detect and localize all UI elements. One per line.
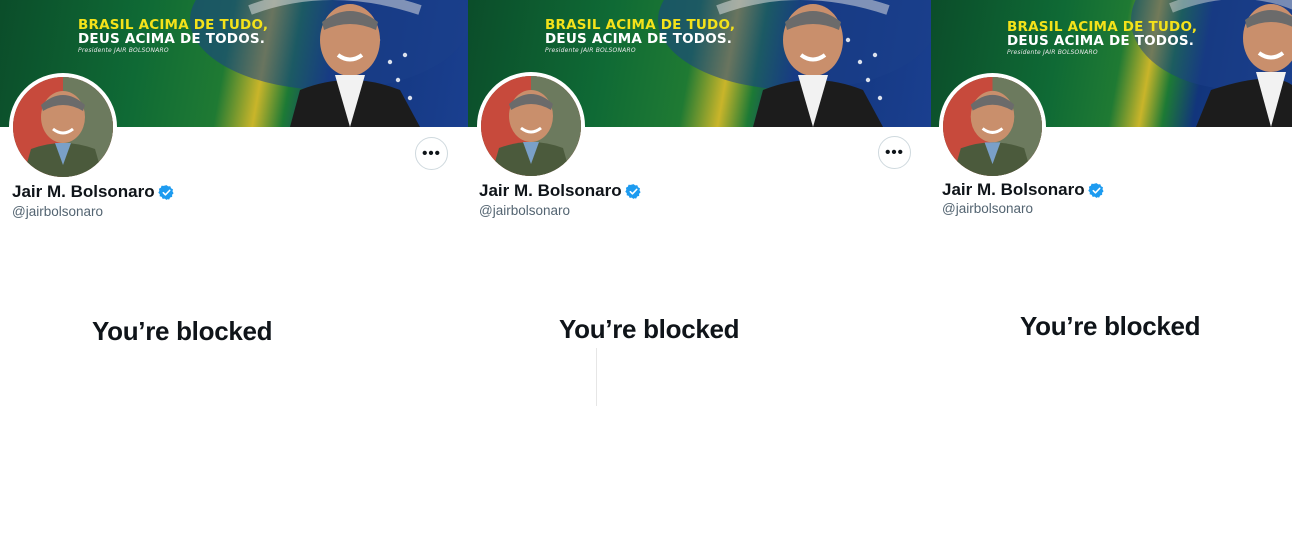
profile-handle: @jairbolsonaro [942, 201, 1033, 216]
avatar-portrait [943, 77, 1042, 176]
profile-name-row: Jair M. Bolsonaro [12, 182, 175, 202]
banner-headline: BRASIL ACIMA DE TUDO, DEUS ACIMA DE TODO… [1007, 20, 1197, 57]
profile-avatar[interactable] [9, 73, 117, 181]
profile-name: Jair M. Bolsonaro [479, 181, 622, 200]
verified-badge-icon[interactable] [624, 183, 642, 200]
profile-panel-3: BRASIL ACIMA DE TUDO, DEUS ACIMA DE TODO… [931, 0, 1292, 534]
verified-badge-icon[interactable] [157, 184, 175, 201]
profile-handle: @jairbolsonaro [12, 204, 103, 219]
profile-name: Jair M. Bolsonaro [12, 182, 155, 201]
more-options-button[interactable]: ••• [415, 137, 448, 170]
more-options-button[interactable]: ••• [878, 136, 911, 169]
banner-line-3: Presidente JAIR BOLSONARO [78, 47, 169, 54]
profile-avatar[interactable] [939, 73, 1046, 180]
blocked-heading: You’re blocked [92, 316, 273, 346]
content-divider [596, 348, 597, 406]
banner-line-3: Presidente JAIR BOLSONARO [545, 47, 636, 54]
banner-line-1: BRASIL ACIMA DE TUDO, [545, 17, 736, 33]
banner-line-2: DEUS ACIMA DE TODOS. [1007, 33, 1195, 49]
banner-line-2: DEUS ACIMA DE TODOS. [545, 31, 733, 47]
profile-panel-1: BRASIL ACIMA DE TUDO, DEUS ACIMA DE TODO… [0, 0, 468, 534]
avatar-portrait [13, 77, 113, 177]
banner-headline: BRASIL ACIMA DE TUDO, DEUS ACIMA DE TODO… [78, 18, 268, 55]
profile-avatar[interactable] [477, 72, 585, 180]
banner-line-1: BRASIL ACIMA DE TUDO, [78, 17, 269, 33]
avatar-portrait [481, 76, 581, 176]
banner-line-1: BRASIL ACIMA DE TUDO, [1007, 19, 1198, 35]
profile-panel-2: BRASIL ACIMA DE TUDO, DEUS ACIMA DE TODO… [468, 0, 931, 534]
blocked-heading: You’re blocked [1020, 311, 1201, 341]
banner-line-3: Presidente JAIR BOLSONARO [1007, 49, 1098, 56]
blocked-heading: You’re blocked [559, 314, 740, 344]
profile-name: Jair M. Bolsonaro [942, 180, 1085, 199]
profile-handle: @jairbolsonaro [479, 203, 570, 218]
banner-headline: BRASIL ACIMA DE TUDO, DEUS ACIMA DE TODO… [545, 18, 735, 55]
verified-badge-icon[interactable] [1087, 182, 1105, 199]
profile-name-row: Jair M. Bolsonaro [479, 181, 642, 201]
more-options-icon: ••• [885, 143, 904, 161]
profile-name-row: Jair M. Bolsonaro [942, 180, 1105, 200]
banner-line-2: DEUS ACIMA DE TODOS. [78, 31, 266, 47]
more-options-icon: ••• [422, 144, 441, 162]
